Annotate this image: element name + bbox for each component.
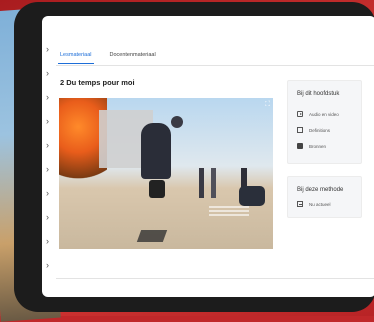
crosswalk-shape [209,206,249,216]
card-title: Bij dit hoofdstuk [297,91,340,97]
chevron-right-icon[interactable]: › [46,236,49,246]
scooter-shape [239,186,265,206]
chevron-right-icon[interactable]: › [46,68,49,78]
chevron-right-icon[interactable]: › [46,140,49,150]
chevron-right-icon[interactable]: › [46,164,49,174]
chevron-right-icon[interactable]: › [46,212,49,222]
card-title: Bij deze methode [297,187,344,193]
tab-divider [56,65,374,66]
resource-label: Bronnen [309,143,327,149]
resource-item-definitions[interactable]: Definitions [297,127,330,133]
tab-lesmateriaal[interactable]: Lesmateriaal [58,50,94,64]
rider-helmet-shape [171,116,183,128]
tab-docentenmateriaal[interactable]: Docentenmateriaal [108,50,158,64]
resource-item-video[interactable]: Audio en video [297,111,339,117]
resource-label: Nu actueel [309,201,331,207]
chevron-right-icon[interactable]: › [46,260,49,270]
resource-item-bronnen[interactable]: Bronnen [297,143,326,149]
tablet-device: › › › › › › › › › › Lesmateriaal Docente… [14,2,374,312]
chapter-resources-card: Bij dit hoofdstuk Audio en video Definit… [287,80,362,164]
rider-shadow-shape [136,230,168,242]
document-icon [297,127,303,133]
bottom-divider [56,278,374,279]
resource-label: Audio en video [309,111,339,117]
resource-label: Definitions [309,127,331,133]
video-icon [297,111,303,117]
bmx-rider-shape [141,123,171,179]
resource-item-actueel[interactable]: Nu actueel [297,201,331,207]
expand-icon[interactable]: ⛶ [265,101,270,109]
news-icon [297,201,303,207]
method-resources-card: Bij deze methode Nu actueel [287,176,362,218]
lesson-title: 2 Du temps pour moi [60,78,135,87]
chevron-right-icon[interactable]: › [46,92,49,102]
chevron-right-icon[interactable]: › [46,188,49,198]
lesson-photo[interactable]: ⛶ [59,98,273,249]
tablet-screen: › › › › › › › › › › Lesmateriaal Docente… [42,16,374,297]
tab-bar: Lesmateriaal Docentenmateriaal [58,50,158,64]
chevron-right-icon[interactable]: › [46,44,49,54]
book-icon [297,143,303,149]
bike-shape [149,180,165,198]
chevron-right-icon[interactable]: › [46,116,49,126]
